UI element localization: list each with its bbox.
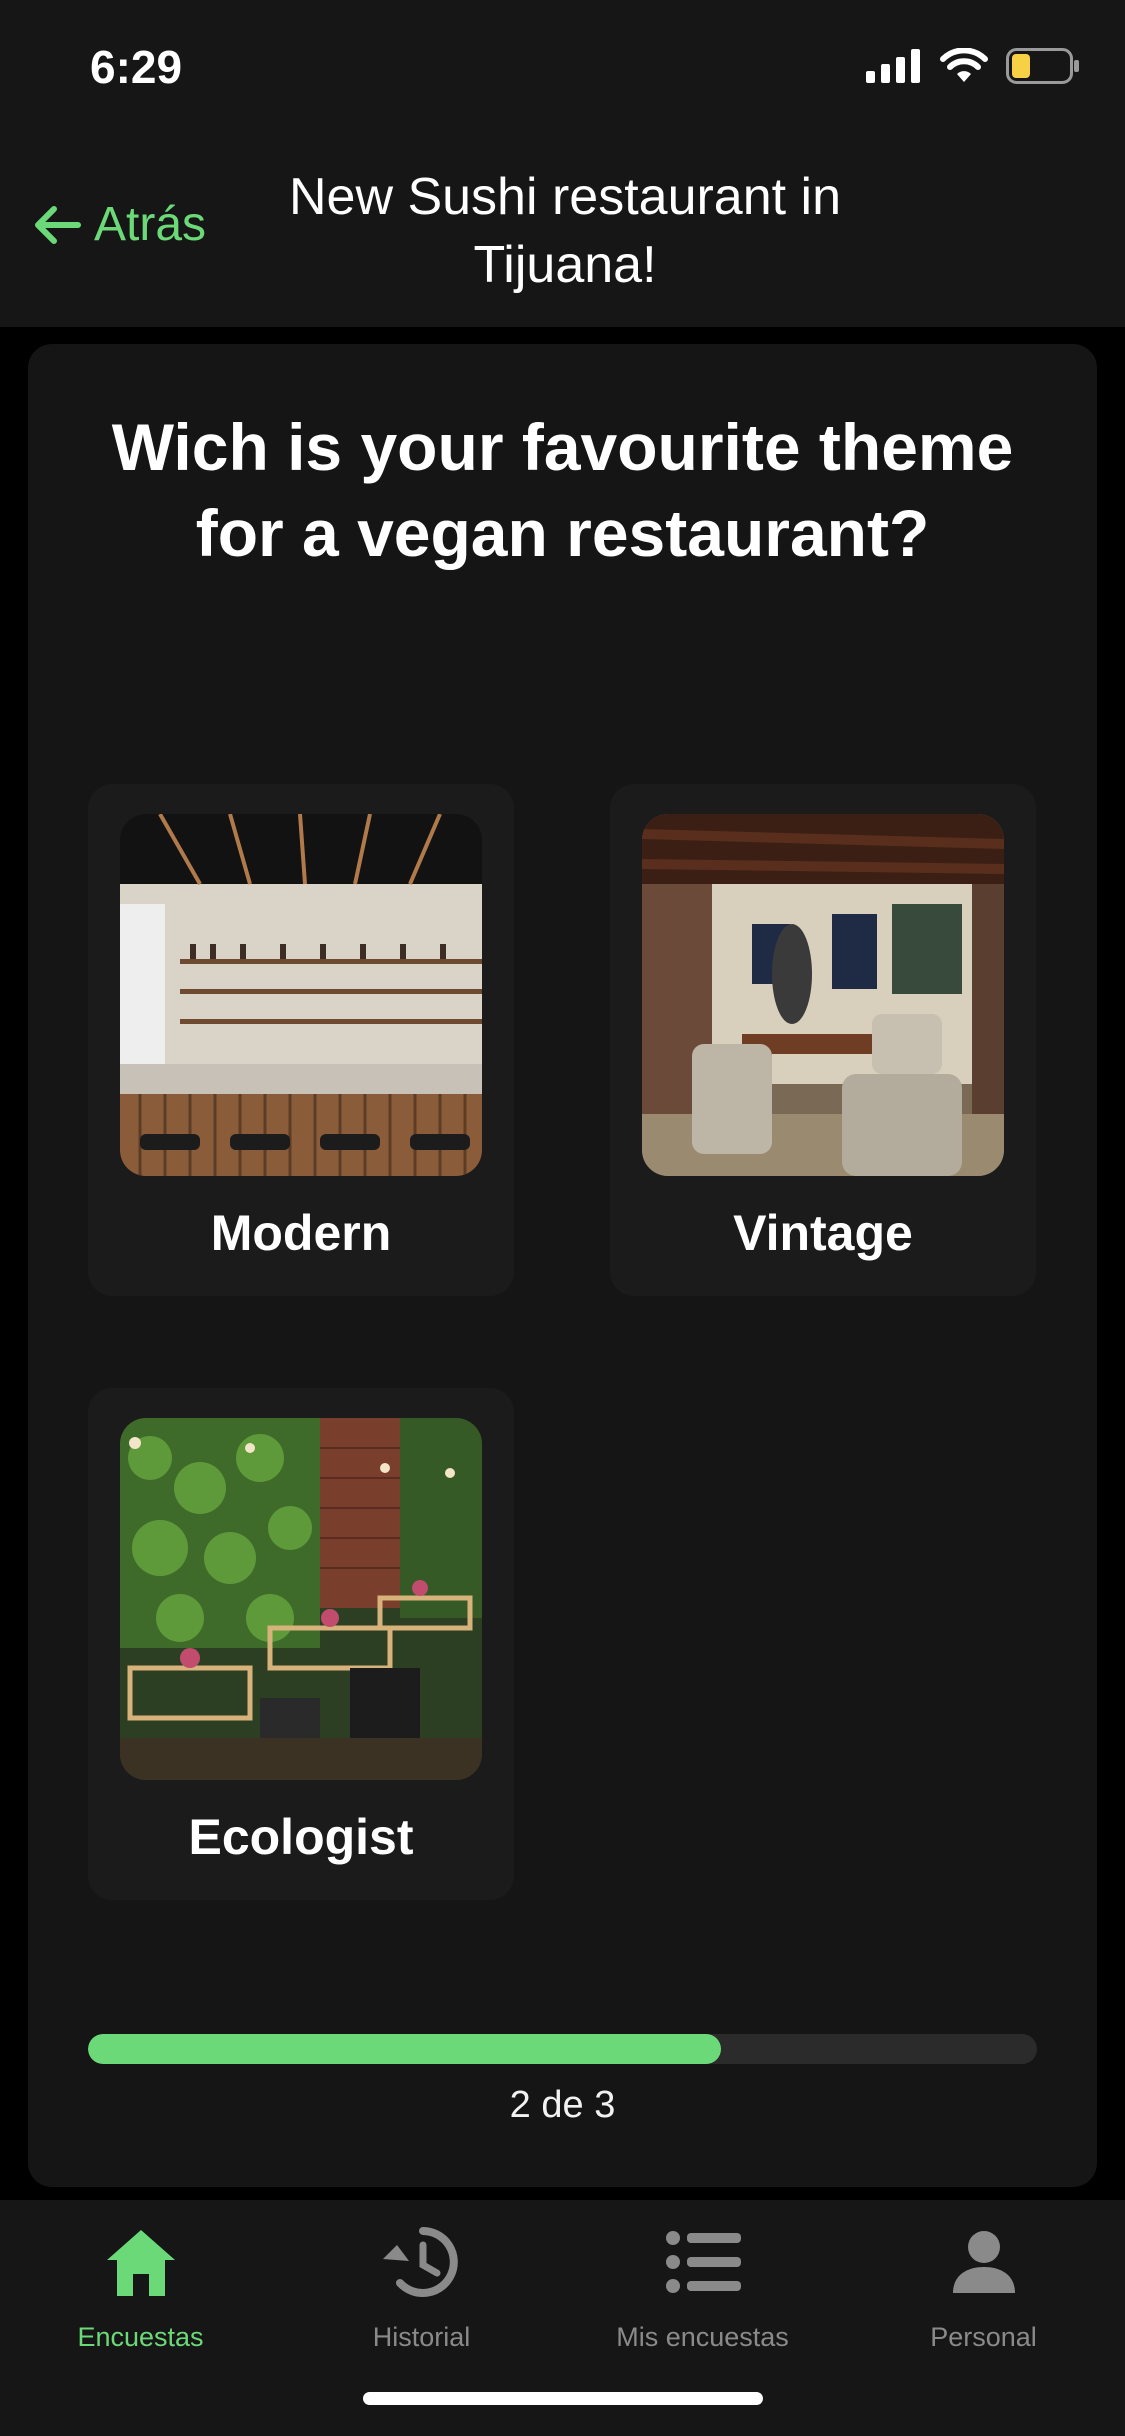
- tab-label-encuestas: Encuestas: [77, 2322, 204, 2352]
- nav-bar: Atrás New Sushi restaurant in Tijuana!: [0, 135, 1125, 327]
- home-indicator: [363, 2392, 763, 2405]
- page-title: New Sushi restaurant in Tijuana!: [288, 168, 842, 294]
- home-icon: [0, 2220, 281, 2304]
- progress-text: 2 de 3: [509, 2084, 616, 2126]
- wifi-icon: [940, 48, 988, 82]
- tab-encuestas[interactable]: Encuestas: [0, 2220, 281, 2353]
- option-label-modern: Modern: [210, 1205, 392, 1261]
- list-icon: [562, 2220, 843, 2304]
- question-text: Wich is your favourite theme for a vegan…: [111, 410, 1014, 570]
- tab-historial[interactable]: Historial: [281, 2220, 562, 2353]
- status-bar: 6:29: [0, 0, 1125, 135]
- tab-label-mis-encuestas: Mis encuestas: [616, 2322, 789, 2352]
- tab-mis-encuestas[interactable]: Mis encuestas: [562, 2220, 843, 2353]
- option-image-ecologist: [120, 1418, 482, 1780]
- arrow-left-icon: [35, 205, 81, 244]
- option-ecologist[interactable]: Ecologist: [88, 1388, 514, 1900]
- status-icons: [866, 48, 1080, 84]
- progress-fill: [88, 2034, 721, 2064]
- tab-label-historial: Historial: [372, 2322, 471, 2352]
- status-time: 6:29: [90, 41, 183, 93]
- history-icon: [281, 2220, 562, 2304]
- option-image-modern: [120, 814, 482, 1176]
- battery-icon: [1006, 48, 1079, 84]
- tab-personal[interactable]: Personal: [843, 2220, 1124, 2353]
- signal-icon: [866, 49, 920, 83]
- back-label: Atrás: [94, 198, 207, 251]
- option-image-vintage: [642, 814, 1004, 1176]
- option-vintage[interactable]: Vintage: [610, 784, 1036, 1296]
- progress-bar: [88, 2034, 1037, 2064]
- option-label-ecologist: Ecologist: [188, 1809, 414, 1865]
- tab-label-personal: Personal: [930, 2322, 1037, 2352]
- back-button[interactable]: Atrás: [30, 197, 206, 252]
- survey-card: Wich is your favourite theme for a vegan…: [28, 344, 1097, 2187]
- option-modern[interactable]: Modern: [88, 784, 514, 1296]
- option-label-vintage: Vintage: [733, 1205, 913, 1261]
- person-icon: [843, 2220, 1124, 2304]
